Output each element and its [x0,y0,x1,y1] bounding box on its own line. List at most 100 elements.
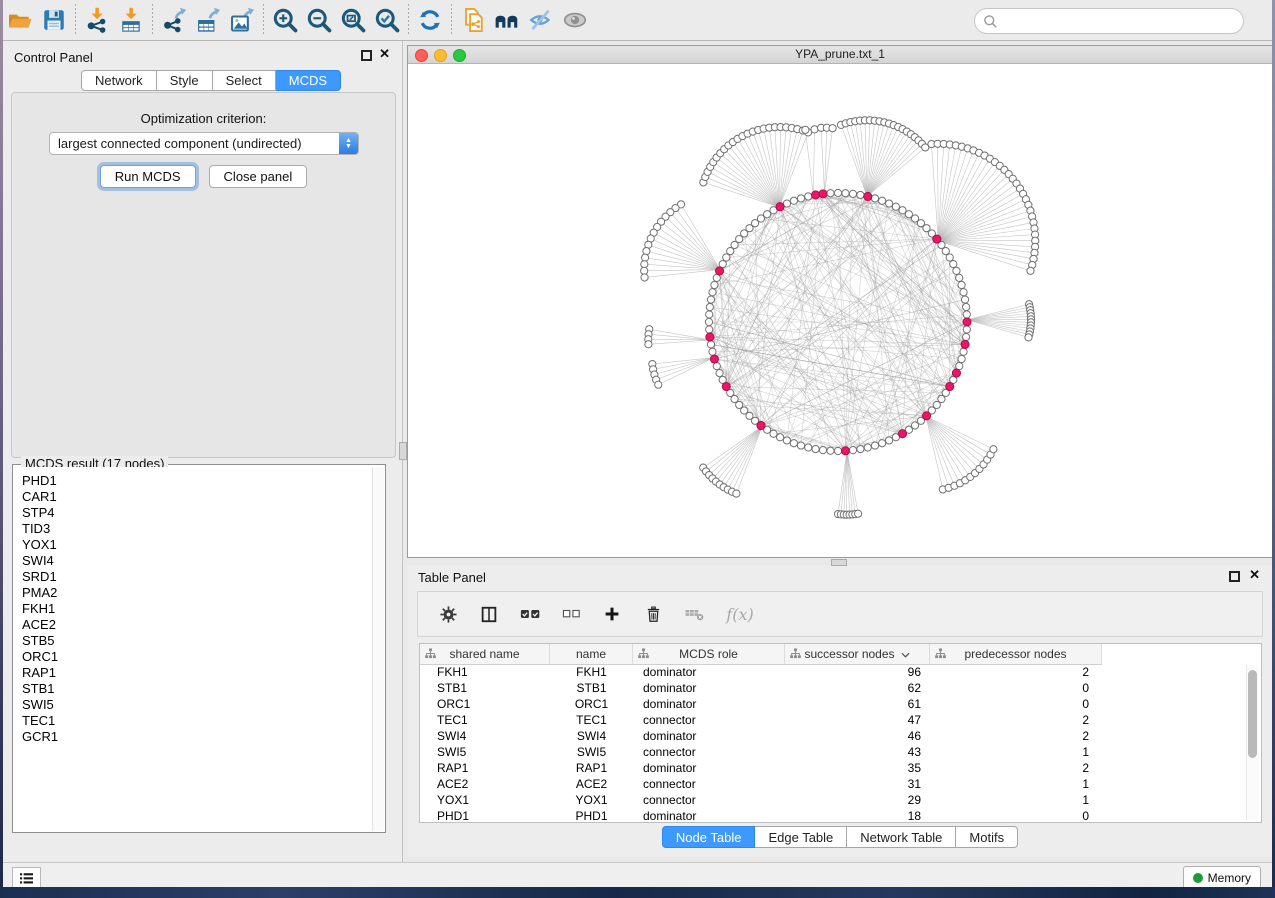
mcds-result-item[interactable]: FKH1 [14,601,373,617]
network-node[interactable] [790,197,797,204]
network-node[interactable] [811,126,818,133]
network-window-titlebar[interactable]: YPA_prune.txt_1 [408,46,1272,64]
zoom-selected-button[interactable] [370,4,404,36]
network-node[interactable] [946,254,953,261]
network-node[interactable] [857,445,864,452]
network-node[interactable] [871,195,878,202]
cell-succ[interactable]: 43 [785,745,930,759]
network-node[interactable] [834,447,841,454]
cell-succ[interactable]: 18 [785,809,930,823]
network-node[interactable] [963,303,970,310]
deselect-all-rows-button[interactable] [559,602,583,626]
mcds-dominator-node[interactable] [757,421,765,429]
mcds-dominator-node[interactable] [706,333,714,341]
tab-network-table[interactable]: Network Table [847,826,956,848]
cell-pred[interactable]: 1 [930,793,1102,807]
cell-role[interactable]: connector [633,793,785,807]
network-node[interactable] [777,434,784,441]
cell-name[interactable]: SWI5 [550,745,633,759]
network-node[interactable] [958,281,965,288]
run-mcds-button[interactable]: Run MCDS [100,165,196,188]
cell-name[interactable]: SWI4 [550,729,633,743]
network-node[interactable] [1025,334,1032,341]
network-node[interactable] [706,326,713,333]
vertical-split-handle[interactable] [399,442,407,460]
network-node[interactable] [641,274,648,281]
float-table-panel-icon[interactable] [1229,571,1240,582]
network-node[interactable] [905,211,912,218]
minimize-window-light[interactable] [434,49,447,62]
network-node[interactable] [885,437,892,444]
network-node[interactable] [770,430,777,437]
network-node[interactable] [827,190,834,197]
mcds-result-item[interactable]: STB5 [14,633,373,649]
network-node[interactable] [834,189,841,196]
cell-name[interactable]: FKH1 [550,665,633,679]
cell-pred[interactable]: 0 [930,809,1102,823]
cell-pred[interactable]: 0 [930,681,1102,695]
mcds-result-list[interactable]: PHD1CAR1STP4TID3YOX1SWI4SRD1PMA2FKH1ACE2… [14,467,373,831]
network-node[interactable] [960,348,967,355]
network-node[interactable] [713,363,720,370]
network-node[interactable] [963,326,970,333]
import-table-button[interactable] [114,4,148,36]
cell-name[interactable]: YOX1 [550,793,633,807]
cell-pred[interactable]: 2 [930,729,1102,743]
table-settings-button[interactable] [436,602,460,626]
list-scrollbar-track[interactable] [372,467,384,831]
network-node[interactable] [885,200,892,207]
cell-shared[interactable]: ORC1 [420,697,550,711]
mcds-result-item[interactable]: STP4 [14,505,373,521]
cell-pred[interactable]: 0 [930,697,1102,711]
cell-succ[interactable]: 46 [785,729,930,743]
network-node[interactable] [990,446,997,453]
mcds-result-item[interactable]: SWI5 [14,697,373,713]
share-document-button[interactable] [456,4,490,36]
tab-mcds[interactable]: MCDS [276,70,341,91]
mcds-result-item[interactable]: YOX1 [14,537,373,553]
table-row[interactable]: TEC1TEC1connector472 [420,712,1261,728]
zoom-window-light[interactable] [453,49,466,62]
cell-pred[interactable]: 2 [930,665,1102,679]
network-node[interactable] [960,289,967,296]
cell-name[interactable]: PHD1 [550,809,633,823]
network-node[interactable] [829,125,836,132]
cell-succ[interactable]: 96 [785,665,930,679]
create-column-button[interactable] [600,602,624,626]
cell-shared[interactable]: FKH1 [420,665,550,679]
network-node[interactable] [645,341,652,348]
network-node[interactable] [827,447,834,454]
network-node[interactable] [655,381,662,388]
network-node[interactable] [707,296,714,303]
mcds-result-item[interactable]: SRD1 [14,569,373,585]
tab-style[interactable]: Style [157,70,213,91]
network-node[interactable] [963,333,970,340]
cell-succ[interactable]: 61 [785,697,930,711]
optimization-criterion-select[interactable]: largest connected component (undirected)… [49,132,359,155]
cell-succ[interactable]: 31 [785,777,930,791]
mcds-dominator-node[interactable] [864,192,872,200]
select-all-rows-button[interactable] [518,602,542,626]
network-node[interactable] [805,193,812,200]
network-node[interactable] [706,311,713,318]
mcds-dominator-node[interactable] [811,191,819,199]
cell-role[interactable]: dominator [633,729,785,743]
cell-name[interactable]: RAP1 [550,761,633,775]
show-all-button[interactable] [558,4,592,36]
hide-selected-button[interactable] [524,4,558,36]
network-node[interactable] [733,490,740,497]
mcds-dominator-node[interactable] [710,355,718,363]
cell-name[interactable]: ACE2 [550,777,633,791]
zoom-out-button[interactable] [302,4,336,36]
mcds-result-item[interactable]: TID3 [14,521,373,537]
network-node[interactable] [953,267,960,274]
cell-role[interactable]: dominator [633,665,785,679]
save-session-button[interactable] [37,4,71,36]
column-header-shared-name[interactable]: shared name [420,644,550,664]
tab-edge-table[interactable]: Edge Table [755,826,847,848]
cell-succ[interactable]: 35 [785,761,930,775]
cell-succ[interactable]: 62 [785,681,930,695]
network-node[interactable] [849,447,856,454]
network-node[interactable] [864,444,871,451]
mcds-dominator-node[interactable] [961,340,969,348]
